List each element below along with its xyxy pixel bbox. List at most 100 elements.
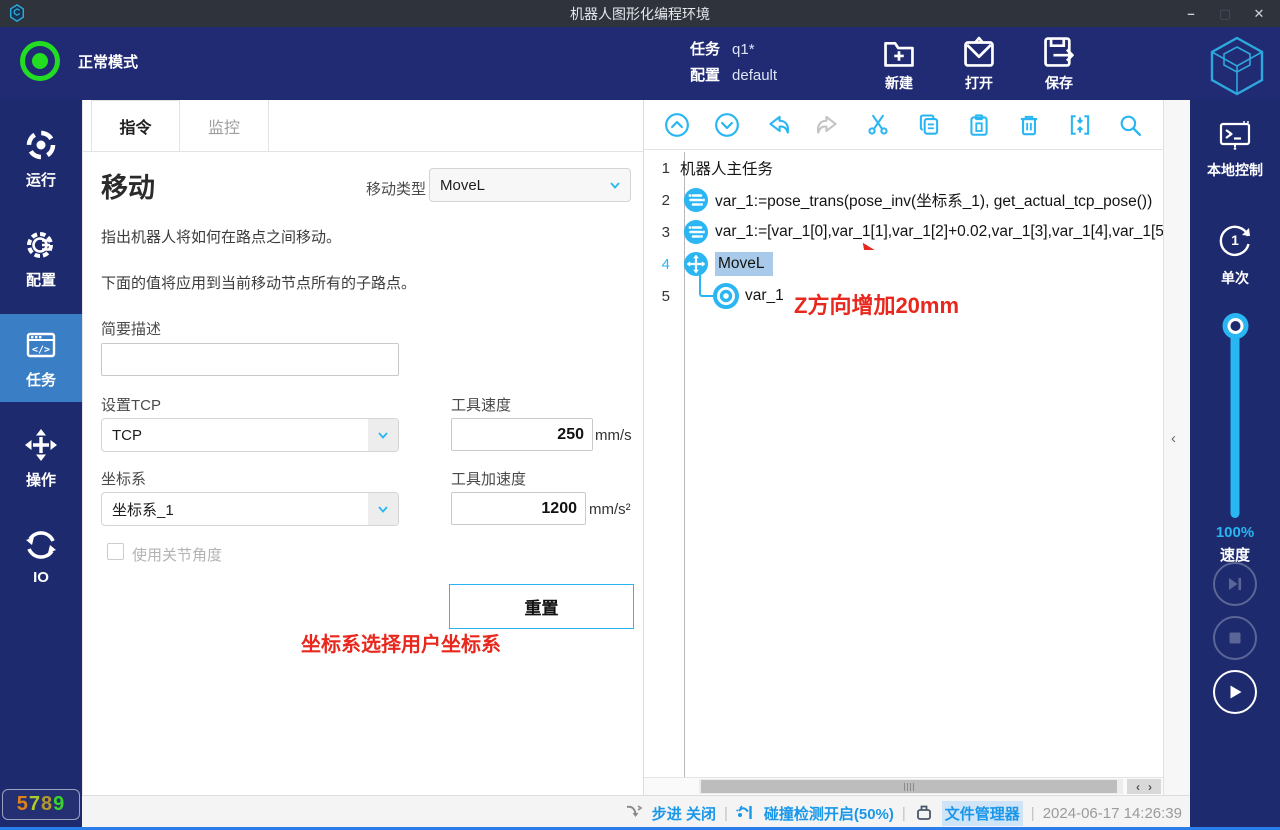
tool-accel-input[interactable] xyxy=(451,492,586,525)
mode-status-icon xyxy=(20,41,60,81)
description-line1: 指出机器人将如何在路点之间移动。 xyxy=(101,226,341,247)
clock-text: 2024-06-17 14:26:39 xyxy=(1043,805,1182,822)
search-button[interactable] xyxy=(1115,110,1145,140)
io-cycle-icon xyxy=(23,527,59,563)
tab-monitor[interactable]: 监控 xyxy=(180,100,269,151)
new-task-button[interactable]: 新建 xyxy=(880,33,918,93)
sidebar-item-io[interactable]: IO xyxy=(0,514,82,598)
paste-button[interactable] xyxy=(964,110,994,140)
mode-indicator: 正常模式 xyxy=(20,41,138,81)
maximize-button[interactable]: ▢ xyxy=(1210,2,1240,26)
tool-speed-input[interactable] xyxy=(451,418,593,451)
sidebar-item-task[interactable]: </> 任务 xyxy=(0,314,82,402)
tree-row-assign-1[interactable]: 2 var_1:=pose_trans(pose_inv(坐标系_1), get… xyxy=(644,184,1163,216)
brand-logo xyxy=(1206,35,1268,95)
skip-next-icon xyxy=(1224,573,1246,595)
tcp-label: 设置TCP xyxy=(101,394,161,415)
cut-button[interactable] xyxy=(863,110,893,140)
task-label: 任务 xyxy=(690,37,720,63)
instruction-panel: 指令 监控 移动 移动类型 MoveL 指出机器人将如何在路点之间移动。 下面的… xyxy=(82,100,643,795)
right-control-bar: 本地控制 1 单次 100% 速度 xyxy=(1190,100,1280,830)
move-arrows-icon xyxy=(23,427,59,463)
step-mode-status[interactable]: 步进 关闭 xyxy=(652,803,716,824)
gear-icon xyxy=(23,227,59,263)
play-button[interactable] xyxy=(1213,670,1257,714)
left-sidebar: 运行 配置 </> 任务 操作 IO 5789 xyxy=(0,100,82,830)
panel-collapse-strip[interactable]: ‹ xyxy=(1163,100,1190,795)
window-title: 机器人图形化编程环境 xyxy=(0,4,1280,24)
joint-angle-checkbox[interactable] xyxy=(107,543,124,560)
tree-row-assign-2[interactable]: 3 var_1:=[var_1[0],var_1[1],var_1[2]+0.0… xyxy=(644,216,1163,248)
move-node-up-button[interactable] xyxy=(662,110,692,140)
tool-accel-label: 工具加速度 xyxy=(451,468,526,489)
task-config-info: 任务q1* 配置default xyxy=(690,37,777,89)
code-window-icon: </> xyxy=(23,327,59,363)
variable-node-icon xyxy=(683,187,709,213)
speed-slider[interactable] xyxy=(1231,322,1240,518)
scroll-right-button[interactable]: › xyxy=(1148,780,1152,794)
app-window: 机器人图形化编程环境 – ▢ ✕ 正常模式 任务q1* 配置default 新建… xyxy=(0,0,1280,830)
tree-row-movel[interactable]: 4 MoveL xyxy=(644,248,1163,280)
file-manager-status[interactable]: 文件管理器 xyxy=(942,801,1023,826)
open-task-button[interactable]: 打开 xyxy=(960,33,998,93)
description-line2: 下面的值将应用到当前移动节点所有的子路点。 xyxy=(101,272,416,293)
sidebar-item-operate[interactable]: 操作 xyxy=(0,414,82,502)
sidebar-item-config[interactable]: 配置 xyxy=(0,214,82,302)
minimize-button[interactable]: – xyxy=(1176,2,1206,26)
move-node-down-button[interactable] xyxy=(712,110,742,140)
open-file-icon xyxy=(960,33,998,71)
stop-icon xyxy=(1224,627,1246,649)
selected-node-label: MoveL xyxy=(715,252,773,276)
page-title: 移动 xyxy=(101,166,155,205)
collision-detect-status[interactable]: 碰撞检测开启(50%) xyxy=(764,803,894,824)
scroll-left-button[interactable]: ‹ xyxy=(1136,780,1140,794)
tab-instruction[interactable]: 指令 xyxy=(91,100,180,151)
single-cycle-button[interactable]: 1 单次 xyxy=(1190,218,1280,288)
frame-annotation-text: 坐标系选择用户坐标系 xyxy=(301,628,501,657)
horizontal-scrollbar[interactable]: ‹ › xyxy=(644,777,1163,795)
file-manager-icon xyxy=(914,803,934,823)
stop-button[interactable] xyxy=(1213,616,1257,660)
tcp-dropdown[interactable]: TCP xyxy=(101,418,399,452)
new-folder-icon xyxy=(880,33,918,71)
undo-button[interactable] xyxy=(763,110,793,140)
collapse-chevron-icon[interactable]: ‹ xyxy=(1171,430,1176,447)
brief-desc-input[interactable] xyxy=(101,343,399,376)
step-mode-icon xyxy=(624,803,644,823)
speed-slider-handle[interactable] xyxy=(1222,313,1248,339)
tool-accel-unit: mm/s² xyxy=(589,501,631,518)
brief-desc-label: 简要描述 xyxy=(101,318,161,339)
frame-dropdown[interactable]: 坐标系_1 xyxy=(101,492,399,526)
move-type-dropdown[interactable]: MoveL xyxy=(429,168,631,202)
copy-button[interactable] xyxy=(914,110,944,140)
svg-text:1: 1 xyxy=(1231,232,1239,248)
local-control-button[interactable]: 本地控制 xyxy=(1190,118,1280,180)
z-offset-annotation-text: Z方向增加20mm xyxy=(794,288,959,320)
single-cycle-icon: 1 xyxy=(1213,218,1257,262)
statusbar: 步进 关闭 | 碰撞检测开启(50%) | 文件管理器 | 2024-06-17… xyxy=(82,795,1190,830)
mode-label: 正常模式 xyxy=(78,51,138,72)
chevron-down-icon xyxy=(368,493,398,525)
redo-button[interactable] xyxy=(813,110,843,140)
collapse-node-button[interactable] xyxy=(1065,110,1095,140)
scrollbar-thumb[interactable] xyxy=(701,780,1117,793)
tree-row-root[interactable]: 1 机器人主任务 xyxy=(644,152,1163,184)
panel-tabs: 指令 监控 xyxy=(83,100,643,152)
svg-text:</>: </> xyxy=(32,345,50,356)
save-task-button[interactable]: 保存 xyxy=(1040,33,1078,93)
collision-detect-icon xyxy=(736,803,756,823)
close-button[interactable]: ✕ xyxy=(1244,2,1274,26)
config-value: default xyxy=(732,63,777,89)
program-tree-panel: 1 机器人主任务 2 var_1:=pose_trans(pose_inv(坐标… xyxy=(643,100,1163,795)
frame-label: 坐标系 xyxy=(101,468,146,489)
sidebar-item-run[interactable]: 运行 xyxy=(0,114,82,202)
config-label: 配置 xyxy=(690,63,720,89)
joint-angle-label: 使用关节角度 xyxy=(132,544,222,565)
reset-button[interactable]: 重置 xyxy=(449,584,634,629)
header: 正常模式 任务q1* 配置default 新建 打开 保存 xyxy=(0,27,1280,100)
skip-next-button[interactable] xyxy=(1213,562,1257,606)
move-type-label: 移动类型 xyxy=(366,178,426,199)
play-icon xyxy=(1224,681,1246,703)
status-code-badge: 5789 xyxy=(2,789,81,820)
delete-button[interactable] xyxy=(1014,110,1044,140)
